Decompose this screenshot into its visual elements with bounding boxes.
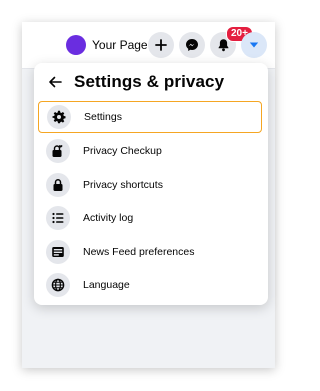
avatar [66,35,86,55]
profile-shortcut[interactable]: Your Page [62,30,156,60]
messenger-icon [186,39,198,51]
profile-name: Your Page [92,38,148,52]
messenger-button[interactable] [179,32,205,58]
lock-heart-icon [46,139,70,163]
menu-item-privacy-shortcuts[interactable]: Privacy shortcuts [38,169,262,201]
menu-item-settings[interactable]: Settings [38,101,262,133]
gear-icon [47,105,71,129]
panel-header: Settings & privacy [34,63,268,101]
panel-title: Settings & privacy [74,72,225,91]
feed-icon [46,240,70,264]
menu-item-label: Settings [84,111,122,123]
settings-privacy-panel: Settings & privacy Settings Privacy Chec… [34,63,268,305]
plus-icon [155,39,167,51]
menu-item-label: Activity log [83,212,134,224]
list-icon [46,206,70,230]
account-menu-button[interactable] [241,32,267,58]
menu-item-activity-log[interactable]: Activity log [38,202,262,234]
menu-item-language[interactable]: Language [38,269,262,301]
globe-icon [46,273,70,297]
menu-item-label: News Feed preferences [83,246,195,258]
create-button[interactable] [148,32,174,58]
menu-item-label: Privacy shortcuts [83,179,163,191]
menu-item-label: Privacy Checkup [83,145,162,157]
menu-item-news-feed-preferences[interactable]: News Feed preferences [38,236,262,268]
caret-down-icon [249,42,259,48]
lock-icon [46,173,70,197]
top-navigation-bar: Your Page 20+ [22,22,275,69]
menu-item-privacy-checkup[interactable]: Privacy Checkup [38,135,262,167]
back-arrow-icon[interactable] [48,75,62,89]
menu-item-label: Language [83,279,130,291]
